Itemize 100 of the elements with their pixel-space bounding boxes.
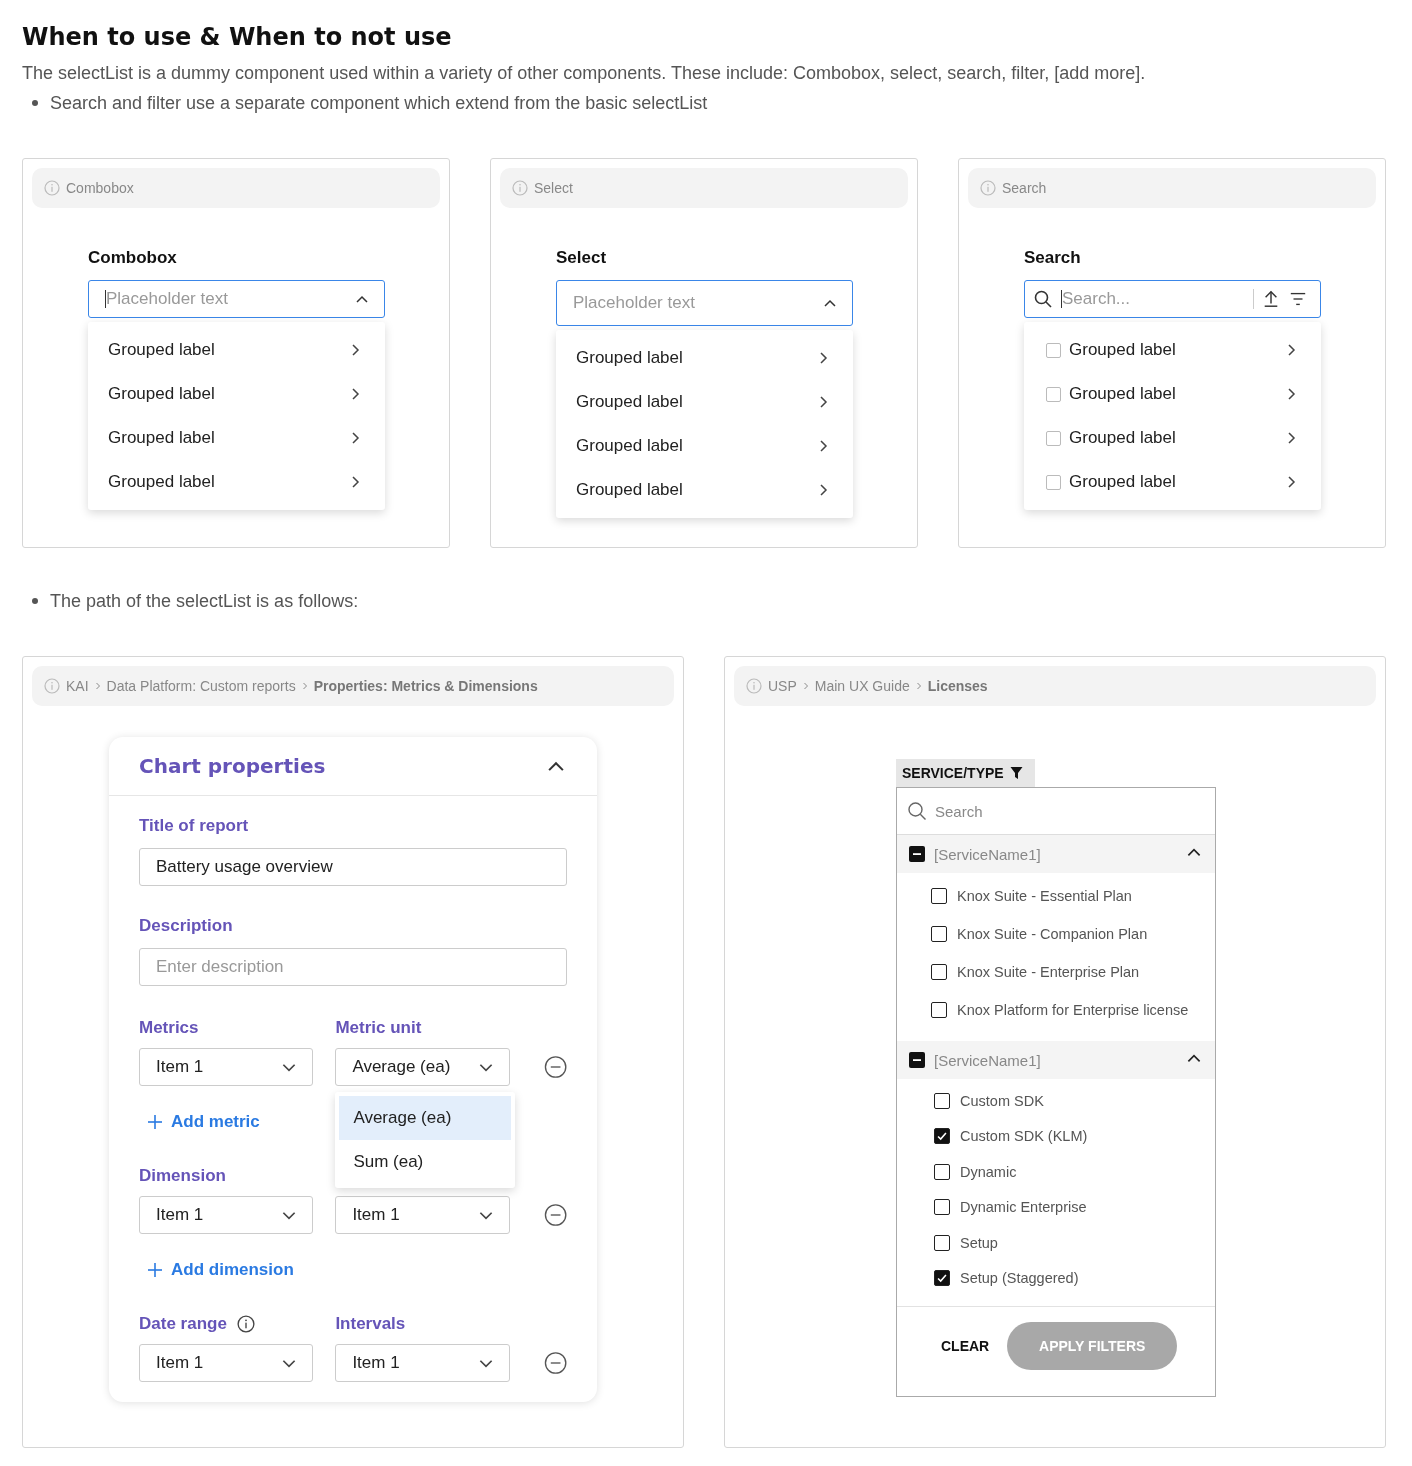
text-cursor [105,290,106,308]
dropdown-select[interactable]: Average (ea) [335,1048,510,1086]
intro-text: The selectList is a dummy component used within a variety of other components. These include: Combobox, select, search, filter, [add more]. [22,62,1147,85]
panel-title: Chart properties [139,754,326,778]
example-tag: Search [1002,180,1047,196]
example-tag: Combobox [66,180,134,196]
checkbox-label: Setup (Staggered) [960,1270,1079,1287]
checkbox[interactable] [934,1199,950,1216]
checkbox[interactable] [931,964,947,980]
bullet-text: Search and filter use a separate component which extend from the basic selectList [50,92,708,115]
field-label: Date range [139,1314,227,1334]
placeholder-text: Placeholder text [573,293,695,313]
list-item[interactable]: Grouped label [88,416,385,460]
checkbox[interactable] [934,1270,950,1287]
list-item[interactable]: Grouped label [556,424,853,468]
checkbox[interactable] [931,888,947,904]
info-icon [236,1315,255,1333]
search-icon [1033,289,1053,309]
plus-icon [147,1114,163,1130]
list-item[interactable]: Grouped label [1024,460,1321,504]
breadcrumb-separator-icon [915,681,922,691]
field-label: Dimension [139,1166,226,1186]
dropdown-select[interactable]: Item 1 [139,1048,314,1086]
clear-button[interactable]: CLEAR [941,1338,990,1354]
checkbox[interactable] [934,1128,950,1145]
field-label: Title of report [139,816,250,837]
list-item[interactable]: Grouped label [88,460,385,504]
bullet-icon [32,598,38,604]
group-checkbox[interactable] [909,1052,925,1068]
bullet-text: The path of the selectList is as follows: [50,590,359,613]
search-icon [907,801,927,821]
dropdown-select[interactable]: Item 1 [139,1344,314,1382]
placeholder-text: Placeholder text [106,289,228,309]
info-icon [980,180,996,196]
info-icon [44,180,60,196]
field-label: Search [1024,248,1082,268]
text-input[interactable]: Battery usage overview [139,848,567,886]
checkbox[interactable] [934,1163,950,1180]
section-heading: When to use & When to not use [22,22,453,53]
checkbox[interactable] [1046,430,1061,446]
filter-icon[interactable] [1288,290,1308,308]
checkbox-label: Dynamic Enterprise [960,1199,1087,1216]
group-name: [ServiceName1] [934,1051,1042,1069]
breadcrumb-separator-icon [94,681,101,691]
info-icon [746,678,762,694]
checkbox[interactable] [1046,474,1061,490]
checkbox[interactable] [931,1002,947,1018]
checkbox[interactable] [1046,386,1061,402]
add-link[interactable]: Add dimension [147,1260,294,1280]
upload-icon[interactable] [1262,290,1280,308]
plus-icon [147,1262,163,1278]
example-tag: Select [534,180,573,196]
field-label: Combobox [88,248,178,268]
dropdown-select[interactable]: Item 1 [335,1196,510,1234]
breadcrumb-item[interactable]: Licenses [927,678,988,694]
info-icon [44,678,60,694]
info-icon [512,180,528,196]
placeholder-text: Search... [1062,289,1132,309]
menu-item[interactable]: Average (ea) [339,1096,512,1140]
remove-icon[interactable] [543,1351,567,1375]
checkbox-label: Knox Suite - Companion Plan [957,926,1148,942]
checkbox[interactable] [934,1234,950,1251]
field-label: Metric unit [335,1018,422,1038]
checkbox[interactable] [931,926,947,942]
checkbox-label: Knox Suite - Essential Plan [957,888,1132,904]
list-item[interactable]: Grouped label [88,372,385,416]
checkbox[interactable] [1046,342,1061,358]
checkbox-label: Setup [960,1234,998,1251]
checkbox[interactable] [934,1092,950,1109]
checkbox-label: Knox Platform for Enterprise license [957,1002,1189,1018]
list-item[interactable]: Grouped label [1024,372,1321,416]
group-checkbox[interactable] [909,846,925,862]
checkbox-label: Dynamic [960,1163,1017,1180]
remove-icon[interactable] [543,1203,567,1227]
checkbox-label: Knox Suite - Enterprise Plan [957,964,1140,980]
field-label: Intervals [335,1314,406,1334]
column-header[interactable]: SERVICE/TYPE [896,759,1035,787]
add-link[interactable]: Add metric [147,1112,260,1132]
breadcrumb-item[interactable]: Properties: Metrics & Dimensions [313,678,538,694]
field-label: Description [139,916,234,937]
remove-icon[interactable] [543,1055,567,1079]
field-label: Select [556,248,608,268]
text-cursor [1061,290,1062,308]
group-name: [ServiceName1] [934,845,1042,863]
list-item[interactable]: Grouped label [88,328,385,372]
list-item[interactable]: Grouped label [556,380,853,424]
list-item[interactable]: Grouped label [1024,328,1321,372]
breadcrumb-separator-icon [301,681,308,691]
bullet-icon [32,100,38,106]
list-item[interactable]: Grouped label [556,336,853,380]
checkbox-label: Custom SDK (KLM) [960,1128,1088,1145]
field-label: Metrics [139,1018,199,1038]
checkbox-label: Custom SDK [960,1092,1044,1109]
menu-item[interactable]: Sum (ea) [339,1140,512,1184]
filter-icon [1009,767,1023,779]
dropdown-select[interactable]: Item 1 [335,1344,510,1382]
list-item[interactable]: Grouped label [1024,416,1321,460]
breadcrumb-separator-icon [802,681,809,691]
list-item[interactable]: Grouped label [556,468,853,512]
dropdown-select[interactable]: Item 1 [139,1196,314,1234]
